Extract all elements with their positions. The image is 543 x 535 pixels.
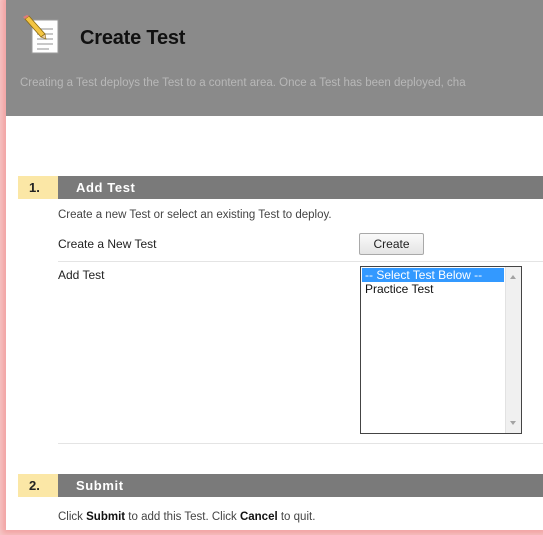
instructions-text: to add this Test. Click [125, 511, 240, 523]
test-listbox[interactable]: -- Select Test Below -- Practice Test [360, 266, 522, 434]
step-1-header: 1. Add Test [18, 176, 543, 199]
create-new-test-label: Create a New Test [58, 237, 157, 251]
page-title: Create Test [80, 27, 186, 49]
divider [58, 261, 543, 262]
step-2-number: 2. [18, 474, 58, 497]
step-1-number: 1. [18, 176, 58, 199]
step-2-title: Submit [76, 478, 124, 493]
list-option-select-test[interactable]: -- Select Test Below -- [362, 268, 504, 282]
page-header: Create Test Creating a Test deploys the … [6, 0, 543, 116]
instructions-submit-keyword: Submit [86, 511, 126, 523]
list-option-practice-test[interactable]: Practice Test [362, 282, 504, 296]
instructions-text: Click [58, 511, 87, 523]
listbox-scrollbar[interactable] [505, 267, 521, 433]
step-1-instructions: Create a new Test or select an existing … [58, 209, 332, 221]
instructions-text: to quit. [277, 511, 316, 523]
step-1-title: Add Test [76, 180, 136, 195]
instructions-cancel-keyword: Cancel [239, 511, 278, 523]
document-pencil-icon [23, 15, 59, 54]
scroll-down-arrow-icon[interactable] [510, 421, 516, 425]
step-2-instructions: Click Submit to add this Test. Click Can… [58, 511, 315, 523]
divider [58, 443, 543, 444]
scroll-up-arrow-icon[interactable] [510, 275, 516, 279]
create-button[interactable]: Create [359, 233, 424, 255]
listbox-options: -- Select Test Below -- Practice Test [362, 268, 504, 296]
step-2-header: 2. Submit [18, 474, 543, 497]
page-frame: Create Test Creating a Test deploys the … [6, 0, 543, 530]
page-description: Creating a Test deploys the Test to a co… [20, 77, 466, 89]
add-test-label: Add Test [58, 268, 105, 282]
